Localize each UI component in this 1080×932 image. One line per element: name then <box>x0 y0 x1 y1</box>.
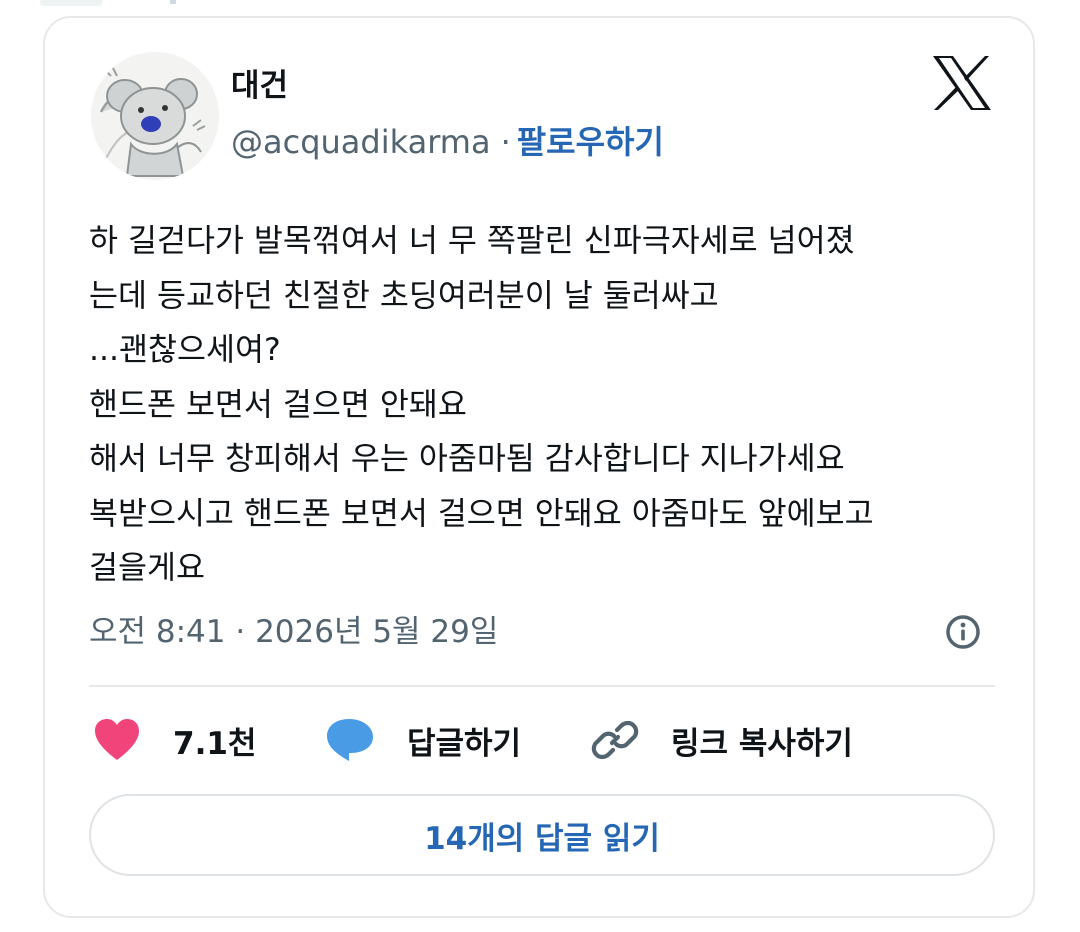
follow-button[interactable]: 팔로우하기 <box>517 123 664 161</box>
tweet-line: 해서 너무 창피해서 우는 아줌마됨 감사합니다 지나가세요 <box>89 441 845 477</box>
tweet-line: 핸드폰 보면서 걸으면 안돼요 <box>89 386 467 423</box>
speech-bubble-icon <box>327 719 373 761</box>
x-logo-icon[interactable] <box>931 54 993 112</box>
copy-link-label: 링크 복사하기 <box>671 725 853 762</box>
reply-label: 답글하기 <box>407 725 522 762</box>
embedded-tweet-card: 대건 @acquadikarma · 팔로우하기 하 길걷다가 발목꺾여서 너 무 … <box>43 16 1035 918</box>
koala-drawing-icon <box>91 52 219 180</box>
info-icon[interactable] <box>943 612 983 652</box>
divider <box>89 685 995 687</box>
author-handle-row: @acquadikarma · 팔로우하기 <box>231 122 664 162</box>
tweet-text: 하 길걷다가 발목꺾여서 너 무 쪽팔린 신파극자세로 넘어졌 는데 등교하던 … <box>89 214 1009 596</box>
handle-separator: · <box>500 123 511 161</box>
avatar[interactable] <box>91 52 219 180</box>
read-replies-button[interactable]: 14개의 답글 읽기 <box>89 794 995 876</box>
tweet-line: 는데 등교하던 친절한 초딩여러분이 날 둘러싸고 <box>89 277 719 314</box>
heart-icon <box>95 719 139 760</box>
author-name[interactable]: 대건 <box>231 66 288 106</box>
top-edge-fragment <box>40 0 102 6</box>
author-handle[interactable]: @acquadikarma <box>231 123 491 161</box>
top-edge-mark <box>170 0 176 4</box>
tweet-line: 걸을게요 <box>89 550 205 586</box>
reply-button[interactable]: 답글하기 <box>325 716 521 764</box>
tweet-line: ...괜찮으세여? <box>89 332 281 368</box>
tweet-line: 복받으시고 핸드폰 보면서 걸으면 안돼요 아줌마도 앞에보고 <box>89 495 874 532</box>
like-button[interactable]: 7.1천 <box>93 716 256 764</box>
copy-link-button[interactable]: 링크 복사하기 <box>591 716 853 764</box>
tweet-timestamp[interactable]: 오전 8:41 · 2026년 5월 29일 <box>89 612 498 652</box>
like-count: 7.1천 <box>173 725 257 762</box>
tweet-line: 하 길걷다가 발목꺾여서 너 무 쪽팔린 신파극자세로 넘어졌 <box>89 223 855 259</box>
link-icon <box>591 720 639 760</box>
